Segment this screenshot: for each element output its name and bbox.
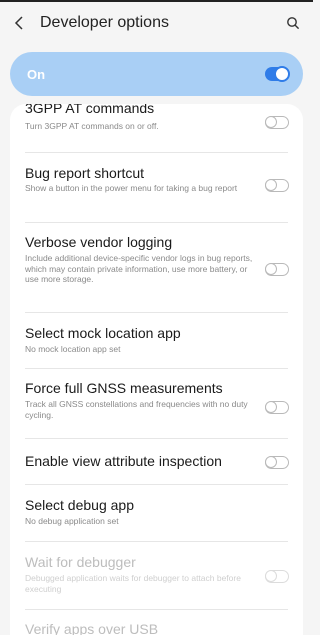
toggle-switch[interactable] [265,116,289,129]
master-switch-bar[interactable]: On [10,52,303,96]
item-title: 3GPP AT commands [25,104,155,116]
list-item-wait-for-debugger: Wait for debugger Debugged application w… [10,542,303,604]
list-item-view-attribute-inspection[interactable]: Enable view attribute inspection [10,439,303,483]
toggle-knob [265,179,277,191]
list-item-select-debug-app[interactable]: Select debug app No debug application se… [10,485,303,535]
item-summary: No mock location app set [25,344,121,354]
toggle-switch [265,570,289,583]
master-switch-label: On [27,66,46,82]
settings-list[interactable]: 3GPP AT commands Turn 3GPP AT commands o… [10,104,303,635]
item-title: Wait for debugger [25,554,136,570]
item-title: Enable view attribute inspection [25,453,222,469]
toggle-knob [265,570,277,582]
chevron-left-icon [14,16,23,30]
search-icon [287,17,300,30]
list-item-force-full-gnss[interactable]: Force full GNSS measurements Track all G… [10,369,303,427]
item-summary: Debugged application waits for debugger … [25,573,241,594]
toggle-knob [274,66,290,82]
item-summary: Turn 3GPP AT commands on or off. [25,121,159,131]
toggle-knob [265,116,277,128]
list-item-3gpp-at-commands[interactable]: 3GPP AT commands Turn 3GPP AT commands o… [10,104,303,144]
toggle-knob [265,456,277,468]
list-item-verbose-vendor-logging[interactable]: Verbose vendor logging Include additiona… [10,223,303,313]
item-title: Bug report shortcut [25,165,145,181]
page-title: Developer options [40,14,169,31]
list-item-select-mock-location-app[interactable]: Select mock location app No mock locatio… [10,313,303,363]
toggle-knob [265,263,277,275]
toggle-switch[interactable] [265,401,289,414]
item-title: Verify apps over USB [25,621,159,635]
item-summary: Include additional device-specific vendo… [25,253,253,284]
item-title: Force full GNSS measurements [25,380,223,396]
back-button[interactable] [2,2,38,44]
toggle-knob [265,401,277,413]
item-title: Select mock location app [25,325,181,341]
search-button[interactable] [273,2,313,44]
toggle-switch[interactable] [265,179,289,192]
list-item-verify-apps-over-usb: Verify apps over USB [10,610,303,635]
master-toggle[interactable] [265,66,290,82]
item-title: Select debug app [25,497,134,513]
app-bar: Developer options [0,2,313,44]
item-summary: Show a button in the power menu for taki… [25,183,238,193]
item-title: Verbose vendor logging [25,234,173,250]
item-summary: No debug application set [25,516,119,526]
list-item-bug-report-shortcut[interactable]: Bug report shortcut Show a button in the… [10,153,303,211]
toggle-switch[interactable] [265,263,289,276]
toggle-switch[interactable] [265,456,289,469]
item-summary: Track all GNSS constellations and freque… [25,399,248,420]
